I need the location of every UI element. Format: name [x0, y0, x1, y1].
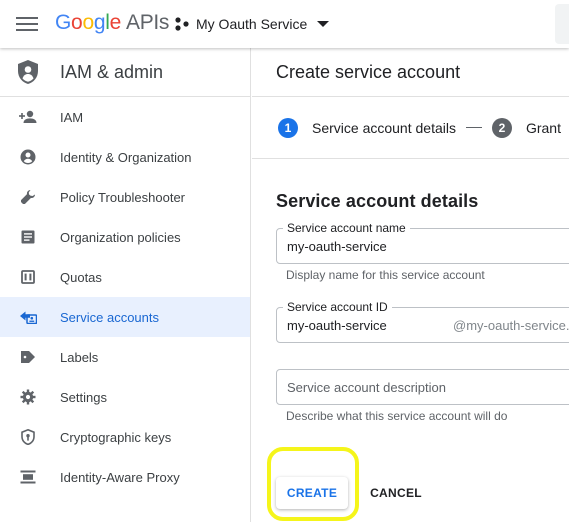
sidebar-item-service-accounts[interactable]: Service accounts — [0, 297, 250, 337]
project-selector[interactable]: My Oauth Service — [174, 13, 330, 35]
top-app-bar: Google APIs My Oauth Service — [0, 0, 569, 48]
sidebar-item-organization-policies[interactable]: Organization policies — [0, 217, 250, 257]
sidebar-item-label: Service accounts — [60, 309, 159, 325]
service-account-name-label: Service account name — [283, 221, 410, 235]
sidebar-item-label: Quotas — [60, 269, 102, 285]
sidebar-item-label: Settings — [60, 389, 107, 405]
search-bar[interactable] — [555, 4, 569, 44]
google-apis-logo[interactable]: Google APIs — [55, 11, 169, 35]
project-name: My Oauth Service — [196, 16, 308, 32]
wrench-icon — [18, 187, 38, 207]
create-button[interactable]: CREATE — [276, 477, 348, 509]
service-account-id-suffix: @my-oauth-service.i — [453, 318, 569, 333]
service-account-icon — [18, 307, 38, 327]
service-account-description-placeholder: Service account description — [287, 380, 446, 395]
gear-icon — [18, 387, 38, 407]
sidebar-item-label: Identity-Aware Proxy — [60, 469, 180, 485]
label-icon — [18, 347, 38, 367]
step-2-number: 2 — [491, 117, 512, 138]
account-circle-icon — [18, 147, 38, 167]
service-account-id-value: my-oauth-service — [287, 318, 387, 333]
sidebar-item-label: Policy Troubleshooter — [60, 189, 186, 205]
cancel-button[interactable]: CANCEL — [364, 477, 428, 509]
sidebar-item-settings[interactable]: Settings — [0, 377, 250, 417]
step-1-label: Service account details — [312, 119, 456, 136]
sidebar-item-label: IAM — [60, 109, 84, 125]
service-account-description-field[interactable]: Service account description — [276, 369, 569, 405]
service-account-description-hint: Describe what this service account will … — [286, 409, 508, 423]
sidebar-item-label: Cryptographic keys — [60, 429, 172, 445]
section-title: Service account details — [276, 191, 479, 211]
sidebar-item-cryptographic-keys[interactable]: Cryptographic keys — [0, 417, 250, 457]
service-account-id-field[interactable]: Service account ID my-oauth-service @my-… — [276, 300, 569, 343]
sidebar: IAM & admin IAM Identity & Organization … — [0, 48, 251, 522]
service-account-id-label: Service account ID — [283, 300, 392, 314]
sidebar-item-label: Labels — [60, 349, 99, 365]
stepper: 1 Service account details 2 Grant — [252, 97, 569, 159]
sidebar-item-iam[interactable]: IAM — [0, 97, 250, 137]
service-account-name-hint: Display name for this service account — [286, 268, 485, 282]
sidebar-nav: IAM Identity & Organization Policy Troub… — [0, 97, 250, 497]
sidebar-item-label: Identity & Organization — [60, 149, 192, 165]
project-icon — [175, 17, 189, 31]
main-content: Create service account 1 Service account… — [252, 48, 569, 522]
chevron-down-icon — [317, 21, 330, 27]
sidebar-title: IAM & admin — [60, 61, 164, 82]
page-title: Create service account — [276, 61, 461, 82]
step-connector — [465, 127, 482, 128]
key-shield-icon — [18, 427, 38, 447]
sidebar-item-policy-troubleshooter[interactable]: Policy Troubleshooter — [0, 177, 250, 217]
iam-shield-icon — [18, 60, 38, 84]
sidebar-item-label: Organization policies — [60, 229, 181, 245]
menu-icon[interactable] — [16, 14, 38, 34]
sidebar-item-identity-organization[interactable]: Identity & Organization — [0, 137, 250, 177]
quota-icon — [18, 267, 38, 287]
step-2-label[interactable]: Grant — [526, 120, 561, 136]
sidebar-header: IAM & admin — [0, 48, 250, 97]
proxy-icon — [18, 467, 38, 487]
sidebar-item-identity-aware-proxy[interactable]: Identity-Aware Proxy — [0, 457, 250, 497]
sidebar-item-labels[interactable]: Labels — [0, 337, 250, 377]
step-1-number: 1 — [278, 117, 298, 138]
service-account-name-field[interactable]: Service account name my-oauth-service — [276, 221, 569, 264]
sidebar-item-quotas[interactable]: Quotas — [0, 257, 250, 297]
person-add-icon — [18, 107, 38, 127]
service-account-name-value: my-oauth-service — [287, 239, 387, 254]
page-header: Create service account — [252, 48, 569, 97]
document-icon — [18, 227, 38, 247]
